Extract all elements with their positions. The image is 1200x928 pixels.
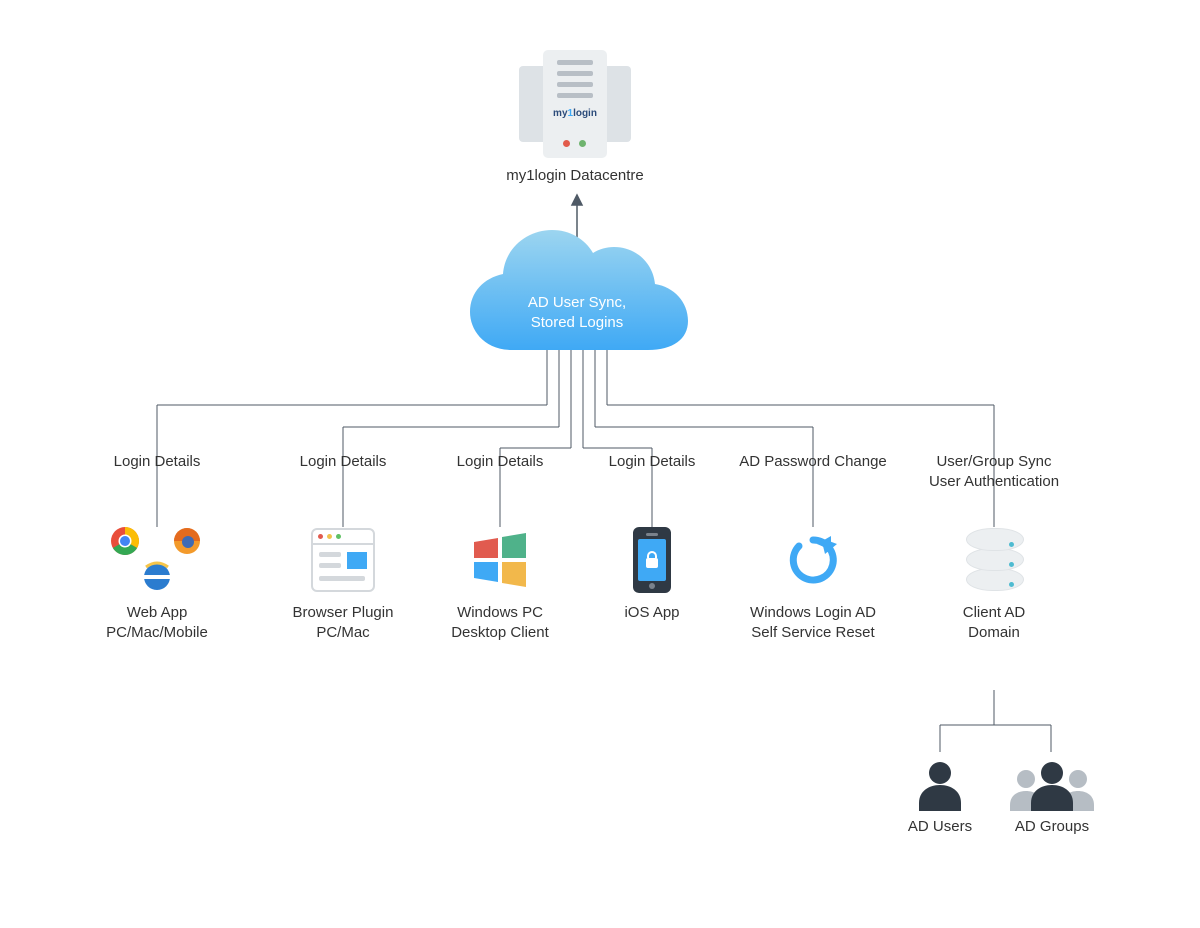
adusers-caption: AD Users <box>895 817 985 837</box>
cloud-label: AD User Sync, Stored Logins <box>507 293 647 332</box>
browsers-icon <box>77 525 237 595</box>
branch-label-3: Login Details <box>572 452 732 472</box>
webapp-node: Web App PC/Mac/Mobile <box>77 525 237 642</box>
branch-label-5: User/Group Sync User Authentication <box>904 452 1084 491</box>
server-brand: my1login <box>551 108 599 119</box>
ios-node: iOS App <box>572 525 732 623</box>
plugin-node: Browser Plugin PC/Mac <box>263 525 423 642</box>
user-icon <box>895 755 985 811</box>
server-icon: my1login <box>519 50 631 158</box>
user-group-icon <box>1000 755 1104 811</box>
browser-window-icon <box>263 525 423 595</box>
database-icon <box>914 525 1074 595</box>
desktop-caption: Windows PC Desktop Client <box>420 603 580 642</box>
datacentre-caption: my1login Datacentre <box>495 166 655 186</box>
branch-label-0: Login Details <box>77 452 237 472</box>
adreset-node: Windows Login AD Self Service Reset <box>733 525 893 642</box>
adgroups-caption: AD Groups <box>1000 817 1104 837</box>
desktop-node: Windows PC Desktop Client <box>420 525 580 642</box>
branch-label-4: AD Password Change <box>723 452 903 472</box>
adreset-caption: Windows Login AD Self Service Reset <box>733 603 893 642</box>
cloud-line1: AD User Sync, <box>528 294 626 311</box>
plugin-caption: Browser Plugin PC/Mac <box>263 603 423 642</box>
diagram-stage: AD User Sync, Stored Logins my1login my1… <box>0 0 1200 928</box>
cloud-icon <box>470 230 688 350</box>
webapp-caption: Web App PC/Mac/Mobile <box>77 603 237 642</box>
addomain-caption: Client AD Domain <box>914 603 1074 642</box>
windows-logo-icon <box>420 525 580 595</box>
refresh-icon <box>733 525 893 595</box>
datacentre-node: my1login my1login Datacentre <box>495 50 655 186</box>
branch-label-1: Login Details <box>263 452 423 472</box>
addomain-node: Client AD Domain <box>914 525 1074 642</box>
adusers-node: AD Users <box>895 755 985 837</box>
adgroups-node: AD Groups <box>1000 755 1104 837</box>
ios-caption: iOS App <box>572 603 732 623</box>
branch-label-2: Login Details <box>420 452 580 472</box>
cloud-line2: Stored Logins <box>531 314 624 331</box>
phone-lock-icon <box>572 525 732 595</box>
